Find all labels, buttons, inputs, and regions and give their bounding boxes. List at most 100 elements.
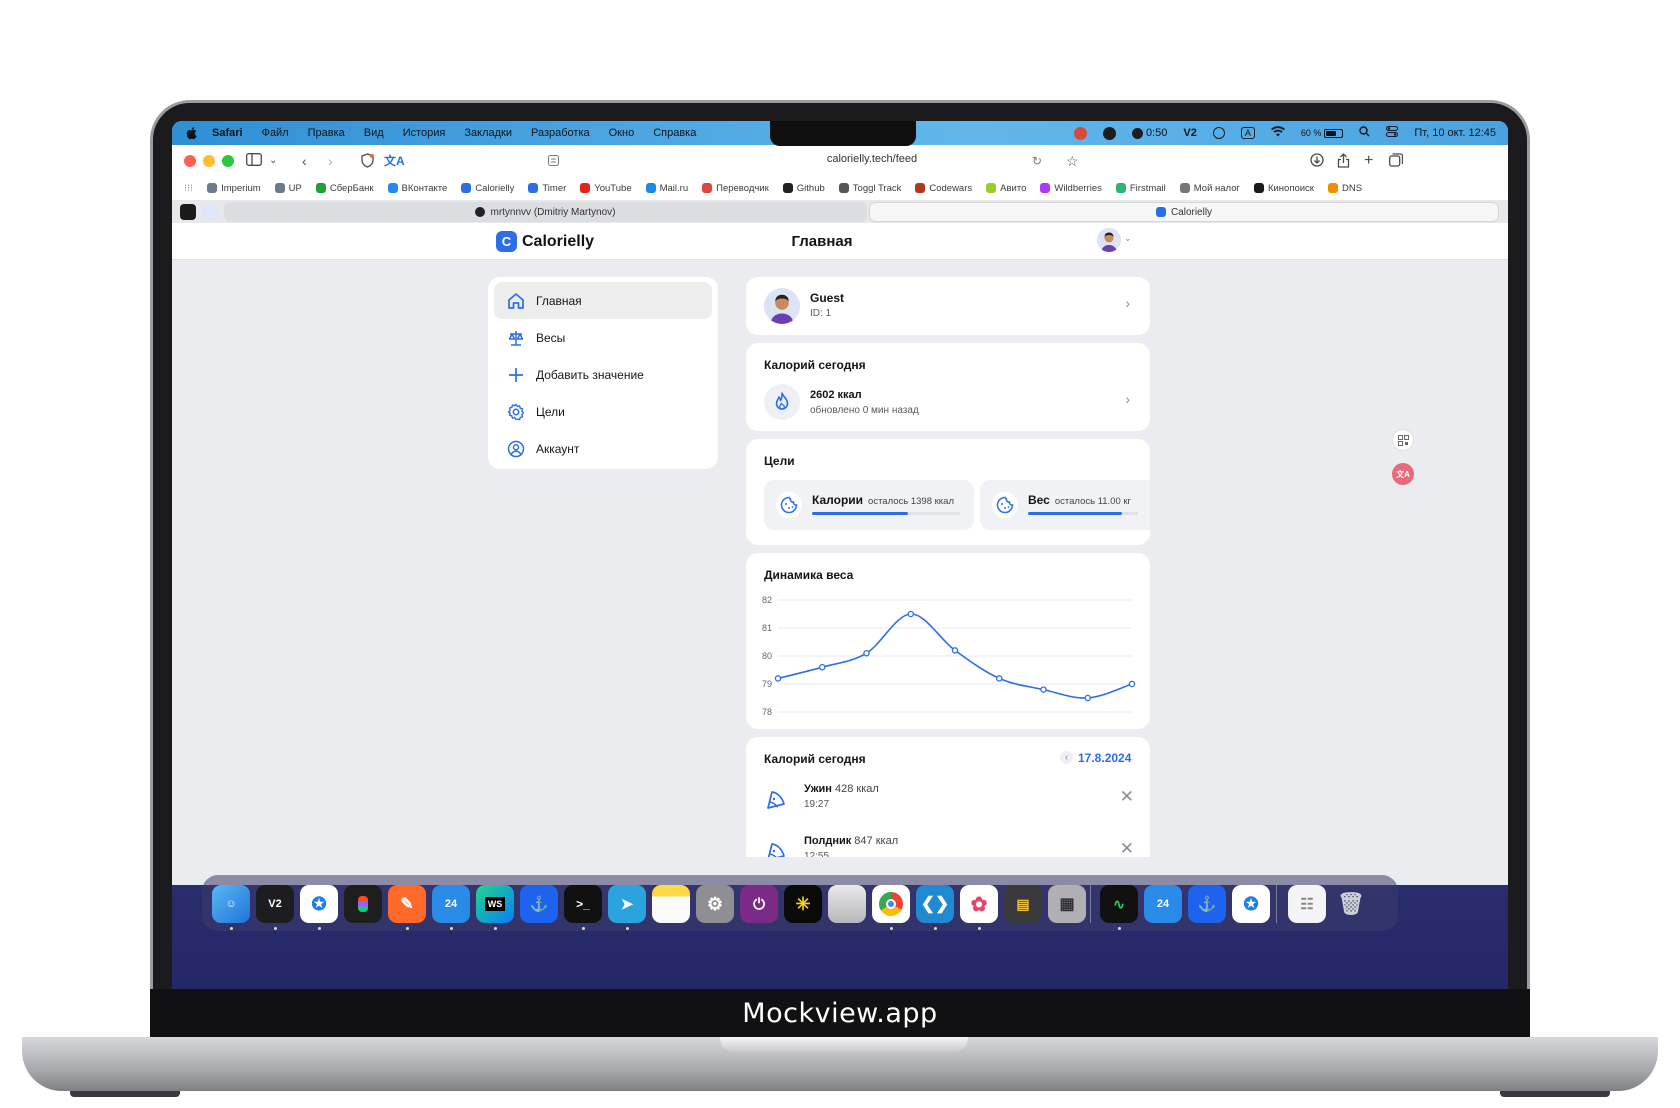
bookmark-item[interactable]: Мой налог xyxy=(1179,183,1240,194)
calories-today-card[interactable]: Калорий сегодня 2602 ккал обновлено 0 ми… xyxy=(746,343,1150,431)
bookmark-item[interactable]: YouTube xyxy=(580,183,632,194)
meals-date[interactable]: 17.8.2024 xyxy=(1078,751,1131,765)
activity-monitor-icon[interactable]: ∿ xyxy=(1100,885,1138,923)
reload-icon[interactable]: ↻ xyxy=(1032,153,1042,169)
bitrix24-icon[interactable]: 24 xyxy=(1144,885,1182,923)
safari-icon[interactable]: ✪ xyxy=(1232,885,1270,923)
shield-icon[interactable] xyxy=(360,153,375,171)
close-icon[interactable]: ✕ xyxy=(1120,839,1134,859)
postman-icon[interactable]: ✎ xyxy=(388,885,426,923)
webstorm-icon[interactable]: WS xyxy=(476,885,514,923)
safari-icon[interactable]: ✪ xyxy=(300,885,338,923)
calculator-icon[interactable]: ▦ xyxy=(1048,885,1086,923)
photos-icon[interactable]: ✿ xyxy=(960,885,998,923)
translate-icon[interactable]: 文A xyxy=(384,153,405,169)
bookmark-item[interactable]: Mail.ru xyxy=(645,183,688,194)
timer-status[interactable]: 0:50 xyxy=(1131,127,1167,139)
data-point[interactable] xyxy=(863,649,870,657)
downloads-icon[interactable] xyxy=(1310,153,1324,170)
goal-calories[interactable]: Калории осталось 1398 ккал xyxy=(764,480,974,530)
preview-icon[interactable] xyxy=(828,885,866,923)
docker-icon[interactable]: ⚓ xyxy=(1188,885,1226,923)
clock[interactable]: Пт, 10 окт. 12:45 xyxy=(1414,127,1496,139)
menu-item[interactable]: Закладки xyxy=(464,127,512,139)
search-icon[interactable] xyxy=(1359,126,1370,140)
docker-icon[interactable]: ⚓ xyxy=(520,885,558,923)
apps-grid-icon[interactable]: ⁝⁝⁝ xyxy=(184,183,193,194)
bookmark-item[interactable]: Calorielly xyxy=(461,183,514,194)
page-menu-icon[interactable] xyxy=(548,153,559,169)
wifi-icon[interactable] xyxy=(1270,126,1285,140)
apple-icon[interactable] xyxy=(186,126,200,140)
sidebar-item-home[interactable]: Главная xyxy=(494,282,712,319)
pinned-tab-icon[interactable] xyxy=(202,204,218,220)
bookmark-item[interactable]: UP xyxy=(274,183,302,194)
avatar[interactable] xyxy=(1097,228,1121,252)
sidebar-item-scales[interactable]: Весы xyxy=(494,319,712,356)
data-point[interactable] xyxy=(774,675,782,682)
goal-weight[interactable]: Вес осталось 11.00 кг xyxy=(980,480,1150,530)
data-point[interactable] xyxy=(1084,694,1091,702)
address-bar[interactable]: calorielly.tech/feed xyxy=(772,153,972,165)
bookmark-item[interactable]: ВКонтакте xyxy=(387,183,447,194)
menu-item[interactable]: Правка xyxy=(308,127,345,139)
trash-icon[interactable]: 🗑 xyxy=(1332,885,1370,923)
sidebar-item-account[interactable]: Аккаунт xyxy=(494,430,712,467)
tab-github[interactable]: mrtynnvv (Dmitriy Martynov) xyxy=(224,202,867,222)
meal-item[interactable]: Ужин 428 ккал 19:27 ✕ xyxy=(764,782,1134,822)
bookmark-item[interactable]: СберБанк xyxy=(315,183,374,194)
keynote-icon[interactable]: ▤ xyxy=(1004,885,1042,923)
chevron-down-icon[interactable]: ⌄ xyxy=(269,153,277,169)
vscode-icon[interactable]: ❮❯ xyxy=(916,885,954,923)
control-center-icon[interactable] xyxy=(1386,126,1399,140)
bookmark-item[interactable]: Codewars xyxy=(915,183,972,194)
qr-code-icon[interactable] xyxy=(1392,429,1414,451)
app-logo[interactable]: C Calorielly xyxy=(496,231,594,252)
sidebar-item-goals[interactable]: Цели xyxy=(494,393,712,430)
record-icon[interactable] xyxy=(1212,127,1225,139)
bitrix24-icon[interactable]: 24 xyxy=(432,885,470,923)
prev-date-button[interactable]: ‹ xyxy=(1060,751,1073,764)
minimize-window-button[interactable] xyxy=(203,155,215,167)
menu-item[interactable]: Разработка xyxy=(531,127,590,139)
battery-status[interactable]: 60 % xyxy=(1301,128,1344,138)
menu-item[interactable]: Окно xyxy=(609,127,635,139)
chrome-icon[interactable] xyxy=(872,885,910,923)
power-icon[interactable]: ⏻ xyxy=(740,885,778,923)
close-icon[interactable]: ✕ xyxy=(1120,787,1134,807)
input-source[interactable]: A xyxy=(1240,127,1255,139)
data-point[interactable] xyxy=(951,647,959,654)
bookmark-star-icon[interactable]: ☆ xyxy=(1066,153,1079,169)
menu-item[interactable]: Справка xyxy=(653,127,696,139)
tab-overview-icon[interactable] xyxy=(1389,153,1404,170)
sidebar-item-add-value[interactable]: Добавить значение xyxy=(494,356,712,393)
terminal-icon[interactable]: >_ xyxy=(564,885,602,923)
data-point[interactable] xyxy=(1040,686,1047,693)
menu-item[interactable]: История xyxy=(403,127,446,139)
sidebar-toggle-icon[interactable] xyxy=(246,153,262,169)
bookmark-item[interactable]: Timer xyxy=(528,183,566,194)
settings-icon[interactable]: ⚙ xyxy=(696,885,734,923)
menu-item[interactable]: Вид xyxy=(364,127,384,139)
forward-icon[interactable]: › xyxy=(328,153,333,169)
zoom-window-button[interactable] xyxy=(222,155,234,167)
bookmark-item[interactable]: Firstmail xyxy=(1115,183,1166,194)
bookmark-item[interactable]: DNS xyxy=(1327,183,1362,194)
app-status-icon[interactable] xyxy=(1073,126,1087,140)
bookmark-item[interactable]: Imperium xyxy=(207,183,261,194)
new-tab-icon[interactable]: + xyxy=(1364,153,1373,169)
notes-icon[interactable] xyxy=(652,885,690,923)
downloads-stack-icon[interactable]: ☷ xyxy=(1288,885,1326,923)
v2-status[interactable]: V2 xyxy=(1183,127,1196,139)
spark-icon[interactable]: ✳ xyxy=(784,885,822,923)
bookmark-item[interactable]: Кинопоиск xyxy=(1253,183,1314,194)
share-icon[interactable] xyxy=(1337,153,1350,171)
translate-icon[interactable]: 文A xyxy=(1392,463,1414,485)
profile-card[interactable]: Guest ID: 1 › xyxy=(746,277,1150,335)
data-point[interactable] xyxy=(995,675,1003,682)
bookmark-item[interactable]: Авито xyxy=(986,183,1026,194)
data-point[interactable] xyxy=(907,610,914,618)
v2-app-icon[interactable]: V2 xyxy=(256,885,294,923)
close-window-button[interactable] xyxy=(184,155,196,167)
data-point[interactable] xyxy=(819,663,826,671)
